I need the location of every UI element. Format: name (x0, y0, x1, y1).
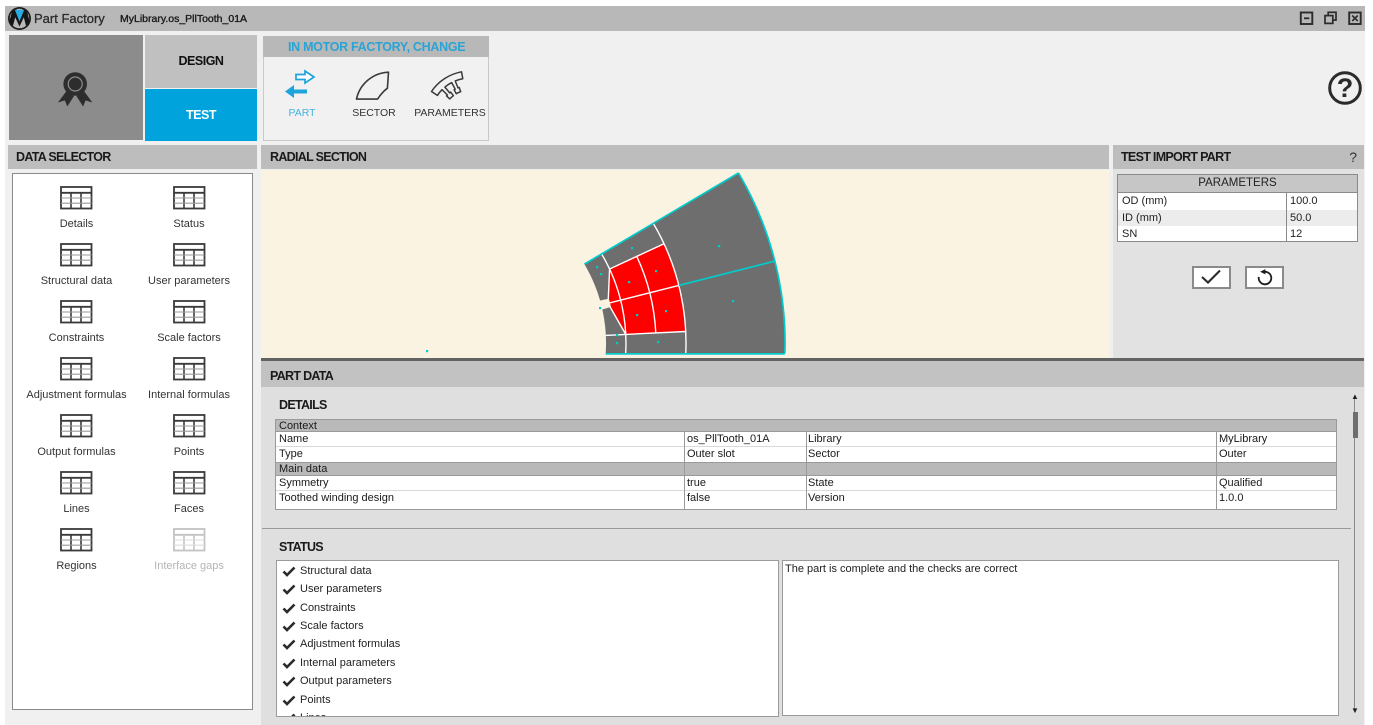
svg-text:?: ? (1337, 73, 1354, 103)
